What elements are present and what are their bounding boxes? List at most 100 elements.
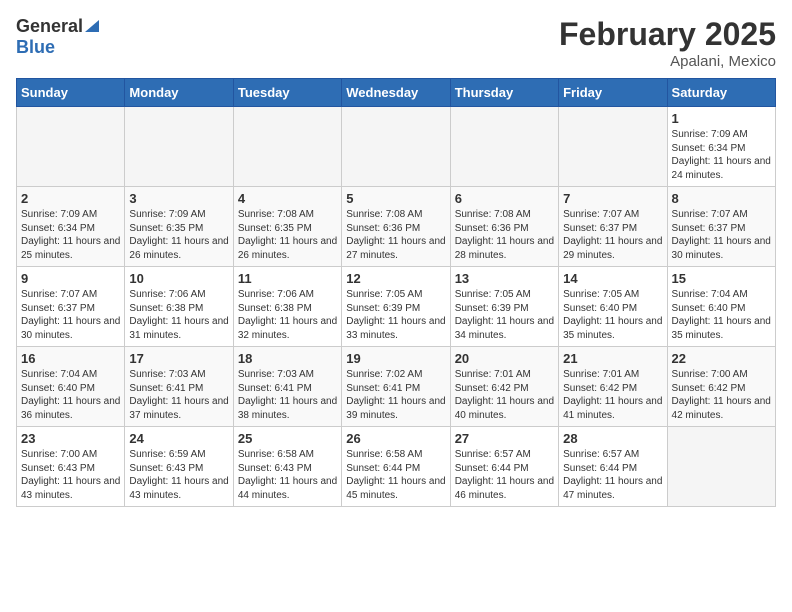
- day-info: Sunrise: 7:03 AMSunset: 6:41 PMDaylight:…: [238, 368, 337, 422]
- table-row: 21Sunrise: 7:01 AMSunset: 6:42 PMDayligh…: [559, 347, 667, 427]
- day-number: 14: [563, 271, 662, 286]
- table-row: 12 Sunrise: 7:05 AMSunset: 6:39 PMDayligh…: [342, 267, 450, 347]
- table-row: 25 Sunrise: 6:58 AMSunset: 6:43 PMDayligh…: [233, 427, 341, 507]
- day-info: Sunrise: 7:05 AMSunset: 6:40 PMDaylight:…: [563, 288, 662, 342]
- day-number: 7: [563, 191, 662, 206]
- calendar-location: Apalani, Mexico: [559, 53, 776, 70]
- table-row: 22 Sunrise: 7:00 AMSunset: 6:42 PMDayligh…: [667, 347, 775, 427]
- table-row: 8 Sunrise: 7:07 AMSunset: 6:37 PMDaylight…: [667, 187, 775, 267]
- table-row: [233, 107, 341, 187]
- table-row: 6 Sunrise: 7:08 AMSunset: 6:36 PMDaylight…: [450, 187, 558, 267]
- day-number: 9: [21, 271, 120, 286]
- day-info: Sunrise: 6:58 AMSunset: 6:44 PMDaylight:…: [346, 448, 445, 502]
- day-number: 20: [455, 351, 554, 366]
- table-row: 2 Sunrise: 7:09 AMSunset: 6:34 PMDaylight…: [17, 187, 125, 267]
- day-info: Sunrise: 7:00 AMSunset: 6:42 PMDaylight:…: [672, 368, 771, 422]
- calendar-week-row: 23 Sunrise: 7:00 AMSunset: 6:43 PMDayligh…: [17, 427, 776, 507]
- day-info: Sunrise: 7:07 AMSunset: 6:37 PMDaylight:…: [672, 208, 771, 262]
- table-row: 27 Sunrise: 6:57 AMSunset: 6:44 PMDayligh…: [450, 427, 558, 507]
- table-row: 17 Sunrise: 7:03 AMSunset: 6:41 PMDayligh…: [125, 347, 233, 427]
- table-row: 11 Sunrise: 7:06 AMSunset: 6:38 PMDayligh…: [233, 267, 341, 347]
- day-number: 10: [129, 271, 228, 286]
- table-row: 19 Sunrise: 7:02 AMSunset: 6:41 PMDayligh…: [342, 347, 450, 427]
- day-number: 11: [238, 271, 337, 286]
- day-number: 27: [455, 431, 554, 446]
- calendar-header-row: Sunday Monday Tuesday Wednesday Thursday…: [17, 79, 776, 107]
- day-info: Sunrise: 7:05 AMSunset: 6:39 PMDaylight:…: [455, 288, 554, 342]
- table-row: [559, 107, 667, 187]
- day-info: Sunrise: 7:03 AMSunset: 6:41 PMDaylight:…: [129, 368, 228, 422]
- day-number: 17: [129, 351, 228, 366]
- day-number: 25: [238, 431, 337, 446]
- day-info: Sunrise: 7:08 AMSunset: 6:35 PMDaylight:…: [238, 208, 337, 262]
- table-row: 24Sunrise: 6:59 AMSunset: 6:43 PMDayligh…: [125, 427, 233, 507]
- day-number: 1: [672, 111, 771, 126]
- page-header: General Blue February 2025 Apalani, Mexi…: [16, 16, 776, 70]
- header-saturday: Saturday: [667, 79, 775, 107]
- title-block: February 2025 Apalani, Mexico: [559, 16, 776, 70]
- day-info: Sunrise: 6:57 AMSunset: 6:44 PMDaylight:…: [455, 448, 554, 502]
- day-info: Sunrise: 7:09 AMSunset: 6:34 PMDaylight:…: [672, 128, 771, 182]
- calendar-week-row: 1 Sunrise: 7:09 AMSunset: 6:34 PMDaylight…: [17, 107, 776, 187]
- table-row: 26Sunrise: 6:58 AMSunset: 6:44 PMDayligh…: [342, 427, 450, 507]
- table-row: [125, 107, 233, 187]
- day-number: 22: [672, 351, 771, 366]
- day-info: Sunrise: 7:04 AMSunset: 6:40 PMDaylight:…: [672, 288, 771, 342]
- logo-general-text: General: [16, 16, 83, 37]
- table-row: 23 Sunrise: 7:00 AMSunset: 6:43 PMDayligh…: [17, 427, 125, 507]
- logo: General Blue: [16, 16, 99, 58]
- day-info: Sunrise: 7:09 AMSunset: 6:34 PMDaylight:…: [21, 208, 120, 262]
- header-friday: Friday: [559, 79, 667, 107]
- table-row: 20 Sunrise: 7:01 AMSunset: 6:42 PMDayligh…: [450, 347, 558, 427]
- table-row: 14 Sunrise: 7:05 AMSunset: 6:40 PMDayligh…: [559, 267, 667, 347]
- table-row: 15 Sunrise: 7:04 AMSunset: 6:40 PMDayligh…: [667, 267, 775, 347]
- header-tuesday: Tuesday: [233, 79, 341, 107]
- header-monday: Monday: [125, 79, 233, 107]
- logo-blue-text: Blue: [16, 37, 55, 57]
- day-info: Sunrise: 7:01 AMSunset: 6:42 PMDaylight:…: [563, 368, 662, 422]
- day-number: 8: [672, 191, 771, 206]
- table-row: [450, 107, 558, 187]
- table-row: 7Sunrise: 7:07 AMSunset: 6:37 PMDaylight…: [559, 187, 667, 267]
- day-number: 6: [455, 191, 554, 206]
- table-row: [667, 427, 775, 507]
- day-info: Sunrise: 7:08 AMSunset: 6:36 PMDaylight:…: [346, 208, 445, 262]
- day-number: 12: [346, 271, 445, 286]
- day-info: Sunrise: 7:04 AMSunset: 6:40 PMDaylight:…: [21, 368, 120, 422]
- day-number: 2: [21, 191, 120, 206]
- table-row: 5 Sunrise: 7:08 AMSunset: 6:36 PMDaylight…: [342, 187, 450, 267]
- day-info: Sunrise: 6:57 AMSunset: 6:44 PMDaylight:…: [563, 448, 662, 502]
- day-info: Sunrise: 7:06 AMSunset: 6:38 PMDaylight:…: [129, 288, 228, 342]
- day-number: 18: [238, 351, 337, 366]
- table-row: [17, 107, 125, 187]
- calendar-week-row: 2 Sunrise: 7:09 AMSunset: 6:34 PMDaylight…: [17, 187, 776, 267]
- day-number: 28: [563, 431, 662, 446]
- day-number: 5: [346, 191, 445, 206]
- table-row: 3Sunrise: 7:09 AMSunset: 6:35 PMDaylight…: [125, 187, 233, 267]
- day-info: Sunrise: 7:02 AMSunset: 6:41 PMDaylight:…: [346, 368, 445, 422]
- table-row: 10 Sunrise: 7:06 AMSunset: 6:38 PMDayligh…: [125, 267, 233, 347]
- calendar-week-row: 9 Sunrise: 7:07 AMSunset: 6:37 PMDaylight…: [17, 267, 776, 347]
- table-row: 4Sunrise: 7:08 AMSunset: 6:35 PMDaylight…: [233, 187, 341, 267]
- table-row: 1 Sunrise: 7:09 AMSunset: 6:34 PMDaylight…: [667, 107, 775, 187]
- day-number: 15: [672, 271, 771, 286]
- day-info: Sunrise: 7:01 AMSunset: 6:42 PMDaylight:…: [455, 368, 554, 422]
- day-info: Sunrise: 7:00 AMSunset: 6:43 PMDaylight:…: [21, 448, 120, 502]
- calendar-title: February 2025: [559, 16, 776, 53]
- header-thursday: Thursday: [450, 79, 558, 107]
- table-row: 18 Sunrise: 7:03 AMSunset: 6:41 PMDayligh…: [233, 347, 341, 427]
- day-info: Sunrise: 7:05 AMSunset: 6:39 PMDaylight:…: [346, 288, 445, 342]
- day-info: Sunrise: 6:58 AMSunset: 6:43 PMDaylight:…: [238, 448, 337, 502]
- table-row: 16Sunrise: 7:04 AMSunset: 6:40 PMDayligh…: [17, 347, 125, 427]
- day-number: 23: [21, 431, 120, 446]
- header-wednesday: Wednesday: [342, 79, 450, 107]
- day-number: 19: [346, 351, 445, 366]
- day-info: Sunrise: 7:06 AMSunset: 6:38 PMDaylight:…: [238, 288, 337, 342]
- day-number: 24: [129, 431, 228, 446]
- calendar-table: Sunday Monday Tuesday Wednesday Thursday…: [16, 78, 776, 507]
- day-number: 13: [455, 271, 554, 286]
- logo-arrow-icon: [85, 18, 99, 37]
- day-info: Sunrise: 7:07 AMSunset: 6:37 PMDaylight:…: [21, 288, 120, 342]
- day-info: Sunrise: 7:08 AMSunset: 6:36 PMDaylight:…: [455, 208, 554, 262]
- table-row: 13 Sunrise: 7:05 AMSunset: 6:39 PMDayligh…: [450, 267, 558, 347]
